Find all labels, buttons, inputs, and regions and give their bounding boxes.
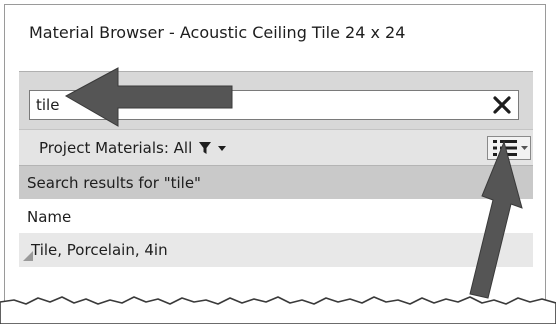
- name-column-label: Name: [27, 208, 72, 226]
- funnel-icon: [199, 142, 212, 154]
- filter-row: Project Materials: All: [19, 129, 541, 166]
- title-bar: Material Browser - Acoustic Ceiling Tile…: [5, 5, 545, 59]
- search-results-label: Search results for "tile": [27, 174, 201, 192]
- caret-down-icon: [218, 146, 227, 151]
- window-title: Material Browser - Acoustic Ceiling Tile…: [29, 23, 406, 42]
- name-column-header[interactable]: Name: [19, 199, 541, 233]
- list-item[interactable]: Tile, Porcelain, 4in: [19, 233, 541, 267]
- list-item-label: Tile, Porcelain, 4in: [31, 241, 168, 259]
- filter-label: Project Materials: All: [39, 139, 193, 157]
- callout-arrow-icon: [64, 67, 233, 127]
- torn-edge: [0, 296, 556, 324]
- close-x-icon[interactable]: [490, 93, 514, 117]
- right-panel-edge: [533, 5, 545, 310]
- project-materials-filter-dropdown[interactable]: Project Materials: All: [39, 136, 227, 160]
- search-results-header: Search results for "tile": [19, 165, 541, 200]
- callout-arrow-icon: [469, 140, 523, 299]
